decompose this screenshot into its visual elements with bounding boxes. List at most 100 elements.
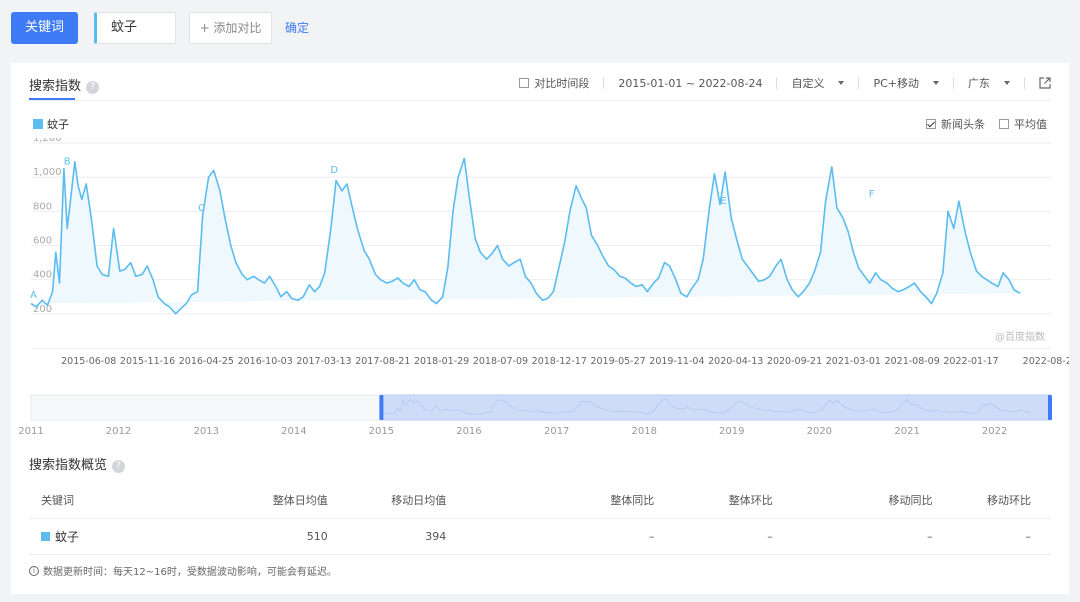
news-toggle[interactable]: 新闻头条 bbox=[926, 116, 985, 132]
keyword-swatch bbox=[41, 531, 50, 541]
x-tick-label: 2015-06-08 bbox=[61, 356, 116, 367]
col-overall-mom: 整体环比 bbox=[654, 482, 773, 519]
overall-yoy-cell: – bbox=[446, 518, 655, 555]
help-icon[interactable]: ? bbox=[86, 81, 100, 94]
title-divider bbox=[29, 100, 1051, 101]
info-icon: i bbox=[29, 565, 39, 576]
news-checkbox[interactable] bbox=[926, 119, 936, 129]
overall-mom-cell: – bbox=[654, 518, 773, 555]
y-tick-label: 400 bbox=[33, 270, 52, 281]
col-keyword: 关键词 bbox=[29, 482, 158, 519]
confirm-link[interactable]: 确定 bbox=[285, 19, 309, 36]
search-index-panel: 搜索指数? 对比时间段 2015-01-01 ~ 2022-08-24 自定义 … bbox=[11, 63, 1069, 594]
device-select[interactable]: PC+移动 bbox=[873, 75, 939, 91]
news-label: 新闻头条 bbox=[941, 118, 985, 131]
news-annotation-e: E bbox=[720, 196, 726, 207]
average-toggle[interactable]: 平均值 bbox=[999, 116, 1047, 132]
col-mobile-yoy: 移动同比 bbox=[772, 482, 933, 519]
col-mobile-avg: 移动日均值 bbox=[327, 482, 447, 519]
mobile-yoy-cell: – bbox=[772, 518, 933, 555]
chart-options: 新闻头条 平均值 bbox=[912, 116, 1047, 132]
navigator-year-label: 2019 bbox=[719, 426, 744, 437]
y-tick-label: 1,200 bbox=[33, 138, 62, 144]
summary-header-row: 关键词 整体日均值 移动日均值 整体同比 整体环比 移动同比 移动环比 bbox=[29, 482, 1051, 519]
news-annotation-d: D bbox=[330, 165, 338, 176]
navigator-selection bbox=[380, 394, 1052, 421]
add-compare-button[interactable]: + 添加对比 bbox=[189, 12, 272, 44]
x-tick-label: 2016-10-03 bbox=[238, 356, 293, 367]
navigator-year-label: 2016 bbox=[456, 426, 481, 437]
news-annotation-f: F bbox=[869, 189, 875, 200]
x-tick-label: 2022-08-22 bbox=[1023, 356, 1069, 367]
navigator-year-label: 2011 bbox=[18, 426, 43, 437]
col-overall-avg: 整体日均值 bbox=[157, 482, 328, 519]
filter-divider bbox=[603, 77, 605, 89]
legend-label: 蚊子 bbox=[47, 118, 69, 131]
panel-title: 搜索指数? bbox=[29, 75, 100, 94]
x-tick-label: 2017-03-13 bbox=[296, 356, 351, 367]
x-tick-label: 2018-01-29 bbox=[414, 356, 469, 367]
navigator-year-label: 2015 bbox=[369, 426, 394, 437]
panel-title-text: 搜索指数 bbox=[29, 79, 82, 94]
custom-range-select[interactable]: 自定义 bbox=[791, 75, 845, 91]
x-tick-label: 2021-03-01 bbox=[826, 356, 881, 367]
filter-divider bbox=[953, 77, 954, 89]
caret-down-icon bbox=[933, 81, 939, 85]
compare-period-toggle[interactable]: 对比时间段 bbox=[519, 75, 589, 91]
x-tick-label: 2020-04-13 bbox=[708, 356, 763, 367]
region-label: 广东 bbox=[968, 77, 990, 90]
watermark: @百度指数 bbox=[995, 330, 1045, 343]
x-tick-label: 2016-04-25 bbox=[179, 356, 234, 367]
filter-divider bbox=[776, 77, 778, 89]
caret-down-icon bbox=[1004, 81, 1010, 85]
filter-divider bbox=[1024, 77, 1025, 89]
navigator-year-label: 2013 bbox=[194, 426, 219, 437]
mobile-avg-cell: 394 bbox=[327, 518, 447, 555]
filter-bar: 对比时间段 2015-01-01 ~ 2022-08-24 自定义 PC+移动 … bbox=[519, 75, 1051, 91]
table-row: 蚊子 510 394 – – – – bbox=[29, 518, 1051, 555]
mobile-mom-cell: – bbox=[932, 518, 1051, 555]
navigator-left-handle bbox=[379, 395, 384, 420]
news-annotation-b: B bbox=[64, 157, 71, 168]
date-range-value: 2015-01-01 ~ 2022-08-24 bbox=[618, 76, 763, 90]
compare-period-checkbox[interactable] bbox=[519, 78, 530, 88]
navigator-year-label: 2021 bbox=[894, 426, 919, 437]
search-index-chart[interactable]: 2004006008001,0001,200ABCDEF2015-06-08 20… bbox=[11, 138, 1069, 438]
export-button[interactable] bbox=[1039, 77, 1051, 89]
y-tick-label: 1,000 bbox=[33, 167, 62, 178]
navigator-year-label: 2014 bbox=[281, 426, 306, 437]
news-annotation-a: A bbox=[30, 290, 37, 301]
navigator-year-label: 2017 bbox=[544, 426, 569, 437]
filter-divider bbox=[858, 77, 860, 89]
custom-range-label: 自定义 bbox=[791, 77, 825, 90]
overall-avg-cell: 510 bbox=[157, 518, 328, 555]
navigator-year-label: 2012 bbox=[106, 426, 131, 437]
col-overall-yoy: 整体同比 bbox=[446, 482, 655, 519]
average-checkbox[interactable] bbox=[999, 119, 1009, 129]
x-tick-label: 2019-11-04 bbox=[649, 356, 704, 367]
x-tick-label: 2022-01-17 bbox=[943, 356, 998, 367]
compare-period-label: 对比时间段 bbox=[534, 77, 590, 90]
y-tick-label: 800 bbox=[33, 201, 52, 212]
x-tick-label: 2017-08-21 bbox=[355, 356, 410, 367]
chart-legend: 蚊子 bbox=[33, 116, 69, 132]
average-label: 平均值 bbox=[1014, 118, 1047, 131]
navigator-year-label: 2020 bbox=[807, 426, 832, 437]
x-tick-label: 2021-08-09 bbox=[885, 356, 940, 367]
date-range-picker[interactable]: 2015-01-01 ~ 2022-08-24 bbox=[618, 77, 762, 90]
summary-title: 搜索指数概览? bbox=[29, 454, 126, 473]
summary-title-text: 搜索指数概览 bbox=[29, 458, 108, 473]
x-tick-label: 2019-05-27 bbox=[590, 356, 645, 367]
navigator-year-label: 2018 bbox=[632, 426, 657, 437]
external-link-icon bbox=[1039, 77, 1051, 89]
x-tick-label: 2018-12-17 bbox=[532, 356, 587, 367]
keyword-cell-text: 蚊子 bbox=[55, 529, 80, 544]
keyword-input[interactable]: 蚊子 bbox=[94, 12, 176, 44]
caret-down-icon bbox=[838, 81, 845, 85]
series-area bbox=[31, 158, 1021, 314]
summary-help-icon[interactable]: ? bbox=[112, 460, 126, 473]
keyword-button[interactable]: 关键词 bbox=[11, 12, 78, 44]
update-note-text: 数据更新时间：每天12~16时，受数据波动影响，可能会有延迟。 bbox=[43, 567, 337, 578]
news-annotation-c: C bbox=[198, 203, 205, 214]
region-select[interactable]: 广东 bbox=[968, 75, 1010, 91]
